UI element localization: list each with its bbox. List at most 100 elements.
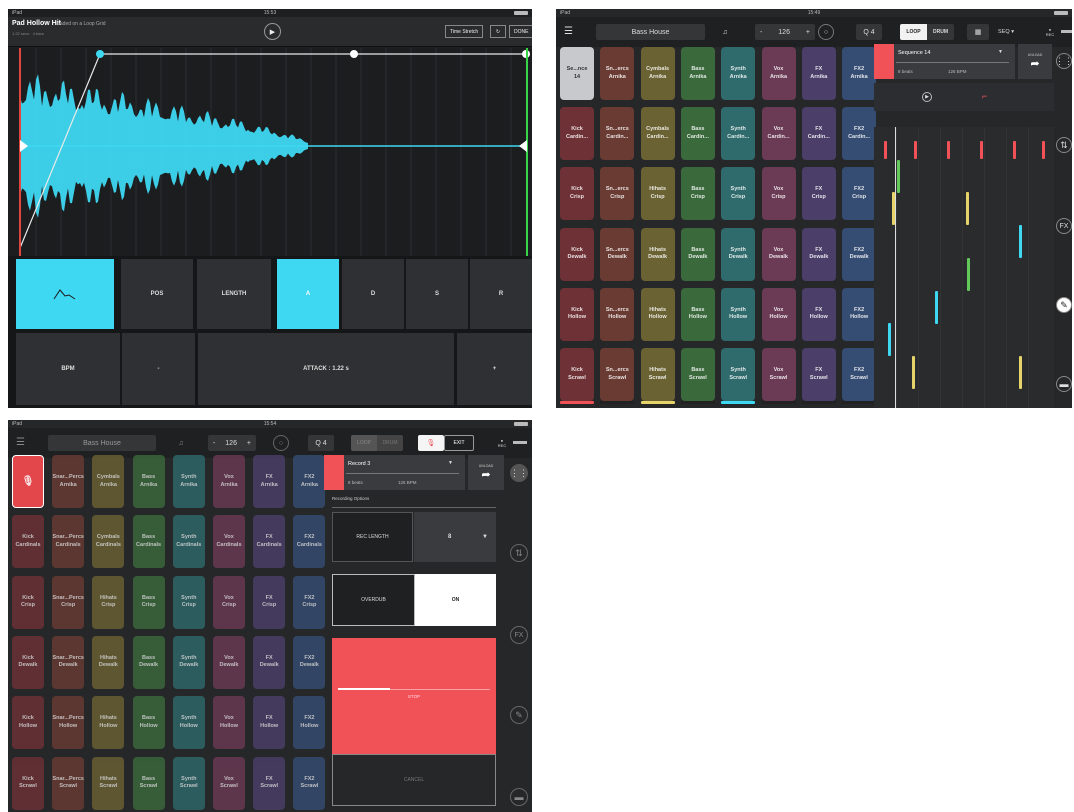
pad-kick-cardinals[interactable]: Kick Cardinals xyxy=(12,515,44,569)
pad-fx2-cardin[interactable]: FX2 Cardin... xyxy=(842,107,877,161)
pad-kick-scrawl[interactable]: Kick Scrawl xyxy=(12,756,44,810)
pad-hihats-crisp[interactable]: Hihats Crisp xyxy=(640,167,675,221)
selected-sequence-pad[interactable]: Se...nce 14 xyxy=(560,47,594,100)
pos-button[interactable]: POS xyxy=(121,259,193,329)
pad-sn-ercs-hollow[interactable]: Sn...ercs Hollow xyxy=(600,287,635,341)
pad-snar-percs-dewalk[interactable]: Snar...Percs Dewalk xyxy=(52,635,85,689)
fx-button[interactable]: FX xyxy=(510,626,528,644)
sequence-note[interactable] xyxy=(914,141,917,159)
metronome-icon[interactable]: ♫ xyxy=(173,435,189,451)
pad-fx-cardinals[interactable]: FX Cardinals xyxy=(253,515,286,569)
pattern-icon[interactable]: ▦ xyxy=(967,24,989,40)
pad-snar-percs-hollow[interactable]: Snar...Percs Hollow xyxy=(52,696,85,750)
bpm-plus[interactable]: + xyxy=(247,440,251,447)
folder-icon[interactable]: ▬ xyxy=(1056,376,1072,392)
pad-fx-cardin[interactable]: FX Cardin... xyxy=(801,107,836,161)
pad-hihats-dewalk[interactable]: Hihats Dewalk xyxy=(92,635,125,689)
pad-bass-dewalk[interactable]: Bass Dewalk xyxy=(132,635,165,689)
play-button[interactable]: ▶ xyxy=(264,23,281,40)
bpm-value[interactable]: 126 xyxy=(778,29,790,36)
unload-button[interactable]: UNLOAD ➦ xyxy=(468,455,504,490)
release-tab[interactable]: R xyxy=(470,259,532,329)
pad-vox-cardin[interactable]: Vox Cardin... xyxy=(761,107,796,161)
pad-sn-ercs-scrawl[interactable]: Sn...ercs Scrawl xyxy=(600,348,635,401)
pad-synth-scrawl[interactable]: Synth Scrawl xyxy=(172,756,205,810)
pad-sn-ercs-cardin[interactable]: Sn...ercs Cardin... xyxy=(600,107,635,161)
pad-hihats-dewalk[interactable]: Hihats Dewalk xyxy=(640,227,675,281)
sequence-note[interactable] xyxy=(884,141,887,159)
pad-kick-hollow[interactable]: Kick Hollow xyxy=(12,696,44,750)
envelope-shape-button[interactable] xyxy=(16,259,114,329)
pad-vox-scrawl[interactable]: Vox Scrawl xyxy=(213,756,245,810)
pad-snar-percs-crisp[interactable]: Snar...Percs Crisp xyxy=(52,575,85,629)
pad-fx-arnika[interactable]: FX Arnika xyxy=(253,455,286,508)
waveform-view[interactable] xyxy=(8,48,532,256)
cancel-button[interactable]: CANCEL xyxy=(332,754,496,806)
bpm-minus[interactable]: - xyxy=(760,29,762,36)
pad-bass-cardinals[interactable]: Bass Cardinals xyxy=(132,515,165,569)
sequence-note[interactable] xyxy=(1019,356,1022,389)
exit-button[interactable]: EXIT xyxy=(444,435,474,451)
pad-kick-dewalk[interactable]: Kick Dewalk xyxy=(560,227,594,281)
overdub-toggle[interactable]: ON xyxy=(415,574,496,626)
fx-button[interactable]: FX xyxy=(1056,218,1072,234)
pad-bass-scrawl[interactable]: Bass Scrawl xyxy=(680,348,715,401)
pad-snar-percs-cardinals[interactable]: Snar...Percs Cardinals xyxy=(52,515,85,569)
done-button[interactable]: DONE xyxy=(509,25,532,38)
edit-icon[interactable]: ✎ xyxy=(510,706,528,724)
bpm-minus[interactable]: - xyxy=(213,440,215,447)
pad-bass-hollow[interactable]: Bass Hollow xyxy=(132,696,165,750)
increase-button[interactable]: + xyxy=(457,333,532,405)
pad-snar-percs-scrawl[interactable]: Snar...Percs Scrawl xyxy=(52,756,85,810)
pad-fx-scrawl[interactable]: FX Scrawl xyxy=(801,348,836,401)
chevron-down-icon[interactable]: ▼ xyxy=(448,460,453,466)
grid-icon[interactable]: ⋮⋮ xyxy=(1055,53,1072,69)
pad-bass-hollow[interactable]: Bass Hollow xyxy=(680,287,715,341)
sequence-note[interactable] xyxy=(897,160,900,193)
pad-kick-hollow[interactable]: Kick Hollow xyxy=(560,287,594,341)
decrease-button[interactable]: - xyxy=(122,333,195,405)
pad-kick-cardin[interactable]: Kick Cardin... xyxy=(560,107,594,161)
sequence-note[interactable] xyxy=(980,141,983,159)
bpm-value[interactable]: 126 xyxy=(225,440,237,447)
drum-tab[interactable]: DRUM xyxy=(927,24,954,40)
piano-roll[interactable] xyxy=(874,127,1054,408)
pad-fx-hollow[interactable]: FX Hollow xyxy=(253,696,286,750)
pad-hihats-hollow[interactable]: Hihats Hollow xyxy=(640,287,675,341)
metronome-icon[interactable]: ♫ xyxy=(714,24,736,40)
pad-fx2-arnika[interactable]: FX2 Arnika xyxy=(842,47,877,100)
pad-kick-scrawl[interactable]: Kick Scrawl xyxy=(560,348,594,401)
pad-fx-scrawl[interactable]: FX Scrawl xyxy=(253,756,286,810)
seq-dropdown[interactable]: SEQ ▾ xyxy=(991,24,1021,40)
folder-icon[interactable]: ▬ xyxy=(510,788,528,806)
pad-synth-crisp[interactable]: Synth Crisp xyxy=(172,575,205,629)
pad-hihats-hollow[interactable]: Hihats Hollow xyxy=(92,696,125,750)
pad-fx-arnika[interactable]: FX Arnika xyxy=(801,47,836,100)
pad-fx-hollow[interactable]: FX Hollow xyxy=(801,287,836,341)
pad-bass-dewalk[interactable]: Bass Dewalk xyxy=(680,227,715,281)
stop-button[interactable]: STOP xyxy=(332,638,496,760)
unload-button[interactable]: UNLOAD ➦ xyxy=(1018,44,1052,79)
sequence-note[interactable] xyxy=(967,258,970,291)
sync-icon[interactable]: ○ xyxy=(273,435,289,451)
pad-snar-percs-arnika[interactable]: Snar...Percs Arnika xyxy=(52,455,85,508)
sequence-note[interactable] xyxy=(1019,225,1022,258)
pad-fx2-scrawl[interactable]: FX2 Scrawl xyxy=(293,756,326,810)
sequence-note[interactable] xyxy=(892,192,895,225)
pad-vox-scrawl[interactable]: Vox Scrawl xyxy=(761,348,796,401)
pad-fx2-arnika[interactable]: FX2 Arnika xyxy=(293,455,326,508)
pad-sn-ercs-arnika[interactable]: Sn...ercs Arnika xyxy=(600,47,635,100)
pad-bass-crisp[interactable]: Bass Crisp xyxy=(680,167,715,221)
pad-fx2-scrawl[interactable]: FX2 Scrawl xyxy=(842,348,877,401)
pad-bass-crisp[interactable]: Bass Crisp xyxy=(132,575,165,629)
time-stretch-button[interactable]: Time Stretch xyxy=(445,25,484,38)
mic-button[interactable]: 🎙 xyxy=(418,435,444,451)
pad-fx2-cardinals[interactable]: FX2 Cardinals xyxy=(293,515,326,569)
pad-synth-arnika[interactable]: Synth Arnika xyxy=(721,47,756,100)
pad-sn-ercs-dewalk[interactable]: Sn...ercs Dewalk xyxy=(600,227,635,281)
quantize-button[interactable]: Q 4 xyxy=(856,24,882,40)
menu-icon[interactable]: ☰ xyxy=(16,437,28,448)
loop-tab[interactable]: LOOP xyxy=(351,435,377,451)
sync-icon[interactable]: ○ xyxy=(818,24,834,40)
edit-icon[interactable]: ✎ xyxy=(1056,297,1072,313)
